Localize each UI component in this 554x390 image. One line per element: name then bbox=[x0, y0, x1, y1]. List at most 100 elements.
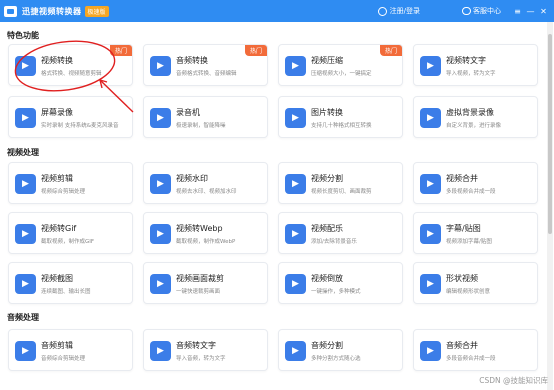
tool-desc: 导入视频，转为文字 bbox=[446, 71, 496, 77]
menu-button[interactable]: ≡ bbox=[511, 7, 524, 16]
tool-card[interactable]: ▶ 视频截图 连续截图、输出长图 bbox=[8, 262, 133, 304]
tool-card[interactable]: ▶ 视频转文字 导入视频，转为文字 bbox=[413, 44, 538, 86]
tool-card[interactable]: ▶ 视频倒放 一键操作，多种模式 bbox=[278, 262, 403, 304]
tool-card[interactable]: ▶ 音频分割多种分割方式随心选 bbox=[278, 329, 403, 371]
tool-card[interactable]: ▶ 音频转换 音频格式转换、音频编辑 热门 bbox=[143, 44, 268, 86]
login-label: 注册/登录 bbox=[389, 7, 420, 15]
tool-title: 图片转换 bbox=[311, 108, 343, 117]
tool-title: 视频转Webp bbox=[176, 224, 223, 233]
tool-card[interactable]: ▶ 视频画面裁剪 一键快速裁剪画面 bbox=[143, 262, 268, 304]
tool-card[interactable]: ▶ 录音机极速录制，智能降噪 bbox=[143, 96, 268, 138]
tool-icon: ▶ bbox=[15, 224, 36, 244]
tool-desc: 多段视频合并成一段 bbox=[446, 189, 496, 195]
tool-card[interactable]: ▶ 视频转换格式转换、视频随意剪辑 热门 bbox=[8, 44, 133, 86]
tool-desc: 极速录制，智能降噪 bbox=[176, 123, 226, 129]
close-button[interactable]: ✕ bbox=[537, 7, 550, 16]
tool-card[interactable]: ▶ 音频剪辑 音频综合剪辑处理 bbox=[8, 329, 133, 371]
tool-icon: ▶ bbox=[285, 341, 306, 361]
tool-icon: ▶ bbox=[150, 108, 171, 128]
tool-title: 录音机 bbox=[176, 108, 200, 117]
tool-desc: 一键操作，多种模式 bbox=[311, 289, 361, 295]
tool-icon: ▶ bbox=[150, 56, 171, 76]
tool-icon: ▶ bbox=[285, 224, 306, 244]
tool-icon: ▶ bbox=[15, 174, 36, 194]
title-bar: 迅捷视频转换器 极速版 注册/登录 客服中心 ≡ — ✕ bbox=[0, 0, 554, 22]
tool-icon: ▶ bbox=[420, 108, 441, 128]
tool-card[interactable]: ▶ 视频配乐添加/去除背景音乐 bbox=[278, 212, 403, 254]
app-title: 迅捷视频转换器 bbox=[22, 6, 82, 16]
tool-icon: ▶ bbox=[420, 174, 441, 194]
tool-icon: ▶ bbox=[15, 274, 36, 294]
tool-desc: 多种分割方式随心选 bbox=[311, 356, 361, 362]
version-badge: 极速版 bbox=[84, 5, 109, 17]
tool-card[interactable]: ▶ 图片转换支持几十种格式相互转换 bbox=[278, 96, 403, 138]
tool-desc: 导入音频，转为文字 bbox=[176, 356, 226, 362]
tool-desc: 视频综合剪辑处理 bbox=[41, 189, 86, 195]
tool-desc: 音频格式转换、音频编辑 bbox=[176, 71, 237, 77]
hot-badge: 热门 bbox=[244, 45, 267, 56]
tool-title: 视频剪辑 bbox=[41, 174, 73, 183]
tool-desc: 截取视频，制作成WebP bbox=[176, 239, 236, 245]
tool-card[interactable]: ▶ 虚拟背景录像自定义背景，进行录像 bbox=[413, 96, 538, 138]
user-icon bbox=[377, 6, 387, 16]
tool-icon: ▶ bbox=[150, 224, 171, 244]
tool-card[interactable]: ▶ 视频分割视频长度剪切、画面裁剪 bbox=[278, 162, 403, 204]
customer-service-button[interactable]: 客服中心 bbox=[462, 6, 501, 16]
tool-icon: ▶ bbox=[285, 56, 306, 76]
tool-desc: 一键快速裁剪画面 bbox=[176, 289, 221, 295]
tool-title: 视频分割 bbox=[311, 174, 343, 183]
tool-desc: 格式转换、视频随意剪辑 bbox=[41, 71, 102, 77]
tool-card[interactable]: ▶ 音频合并 多段音频合并成一段 bbox=[413, 329, 538, 371]
tool-desc: 编辑视频形状创意 bbox=[446, 289, 491, 295]
tool-desc: 支持几十种格式相互转换 bbox=[311, 123, 372, 129]
tool-title: 视频压缩 bbox=[311, 56, 343, 65]
tool-desc: 添加/去除背景音乐 bbox=[311, 239, 357, 245]
tool-icon: ▶ bbox=[15, 56, 36, 76]
tool-title: 音频分割 bbox=[311, 341, 343, 350]
tool-icon: ▶ bbox=[285, 108, 306, 128]
hot-badge: 热门 bbox=[379, 45, 402, 56]
tool-card[interactable]: ▶ 视频转Gif 截取视频，制作成GIF bbox=[8, 212, 133, 254]
section-title-video: 视频处理 bbox=[7, 148, 39, 157]
tool-card[interactable]: ▶ 视频转Webp 截取视频，制作成WebP bbox=[143, 212, 268, 254]
tool-desc: 压缩视频大小，一键搞定 bbox=[311, 71, 372, 77]
app-logo-icon bbox=[4, 5, 17, 17]
tool-icon: ▶ bbox=[285, 174, 306, 194]
tool-card[interactable]: ▶ 视频压缩压缩视频大小，一键搞定 热门 bbox=[278, 44, 403, 86]
tool-icon: ▶ bbox=[420, 224, 441, 244]
tool-card[interactable]: ▶ 字幕/贴图 视频添加字幕/贴图 bbox=[413, 212, 538, 254]
tool-title: 视频合并 bbox=[446, 174, 478, 183]
tool-title: 视频配乐 bbox=[311, 224, 343, 233]
tool-title: 屏幕录像 bbox=[41, 108, 73, 117]
tool-desc: 连续截图、输出长图 bbox=[41, 289, 91, 295]
tool-card[interactable]: ▶ 视频水印视频去水印、视频加水印 bbox=[143, 162, 268, 204]
tool-desc: 视频长度剪切、画面裁剪 bbox=[311, 189, 372, 195]
tool-title: 音频剪辑 bbox=[41, 341, 73, 350]
tool-card[interactable]: ▶ 音频转文字导入音频，转为文字 bbox=[143, 329, 268, 371]
tool-card[interactable]: ▶ 形状视频 编辑视频形状创意 bbox=[413, 262, 538, 304]
tool-icon: ▶ bbox=[420, 341, 441, 361]
tool-desc: 实时录制 支持系统&麦克风录音 bbox=[41, 123, 119, 129]
scrollbar-thumb[interactable] bbox=[548, 34, 552, 234]
section-title-audio: 音频处理 bbox=[7, 313, 39, 322]
tool-icon: ▶ bbox=[150, 341, 171, 361]
tool-title: 虚拟背景录像 bbox=[446, 108, 494, 117]
tool-title: 音频转文字 bbox=[176, 341, 216, 350]
tool-desc: 自定义背景，进行录像 bbox=[446, 123, 502, 129]
tool-title: 视频水印 bbox=[176, 174, 208, 183]
section-title-featured: 特色功能 bbox=[7, 31, 39, 40]
tool-card[interactable]: ▶ 屏幕录像 实时录制 支持系统&麦克风录音 bbox=[8, 96, 133, 138]
minimize-button[interactable]: — bbox=[524, 7, 537, 16]
tool-icon: ▶ bbox=[285, 274, 306, 294]
tool-desc: 视频去水印、视频加水印 bbox=[176, 189, 237, 195]
tool-card[interactable]: ▶ 视频剪辑视频综合剪辑处理 bbox=[8, 162, 133, 204]
tool-icon: ▶ bbox=[420, 274, 441, 294]
scrollbar[interactable] bbox=[547, 22, 553, 390]
hot-badge: 热门 bbox=[109, 45, 132, 56]
tool-title: 音频合并 bbox=[446, 341, 478, 350]
tool-icon: ▶ bbox=[15, 341, 36, 361]
tool-title: 视频转换 bbox=[41, 56, 73, 65]
login-button[interactable]: 注册/登录 bbox=[377, 6, 420, 16]
tool-icon: ▶ bbox=[150, 174, 171, 194]
tool-card[interactable]: ▶ 视频合并多段视频合并成一段 bbox=[413, 162, 538, 204]
